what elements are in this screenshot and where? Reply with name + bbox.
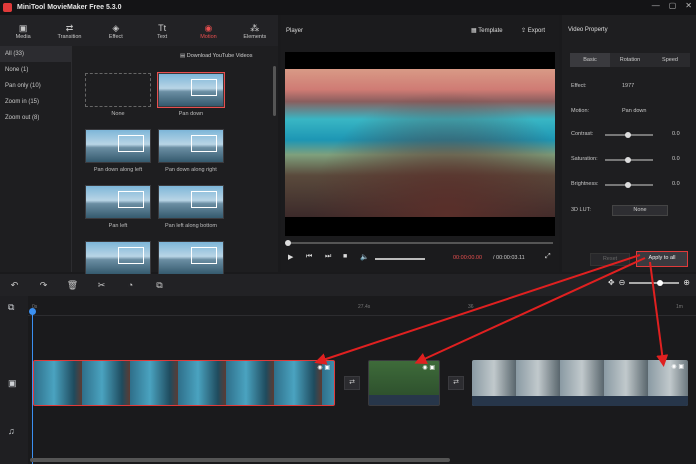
arrow-to-clip-3: [649, 261, 669, 367]
arrow-to-clip-1: [314, 254, 641, 365]
arrow-to-clip-2: [414, 257, 646, 364]
annotation-arrows: [314, 254, 669, 367]
